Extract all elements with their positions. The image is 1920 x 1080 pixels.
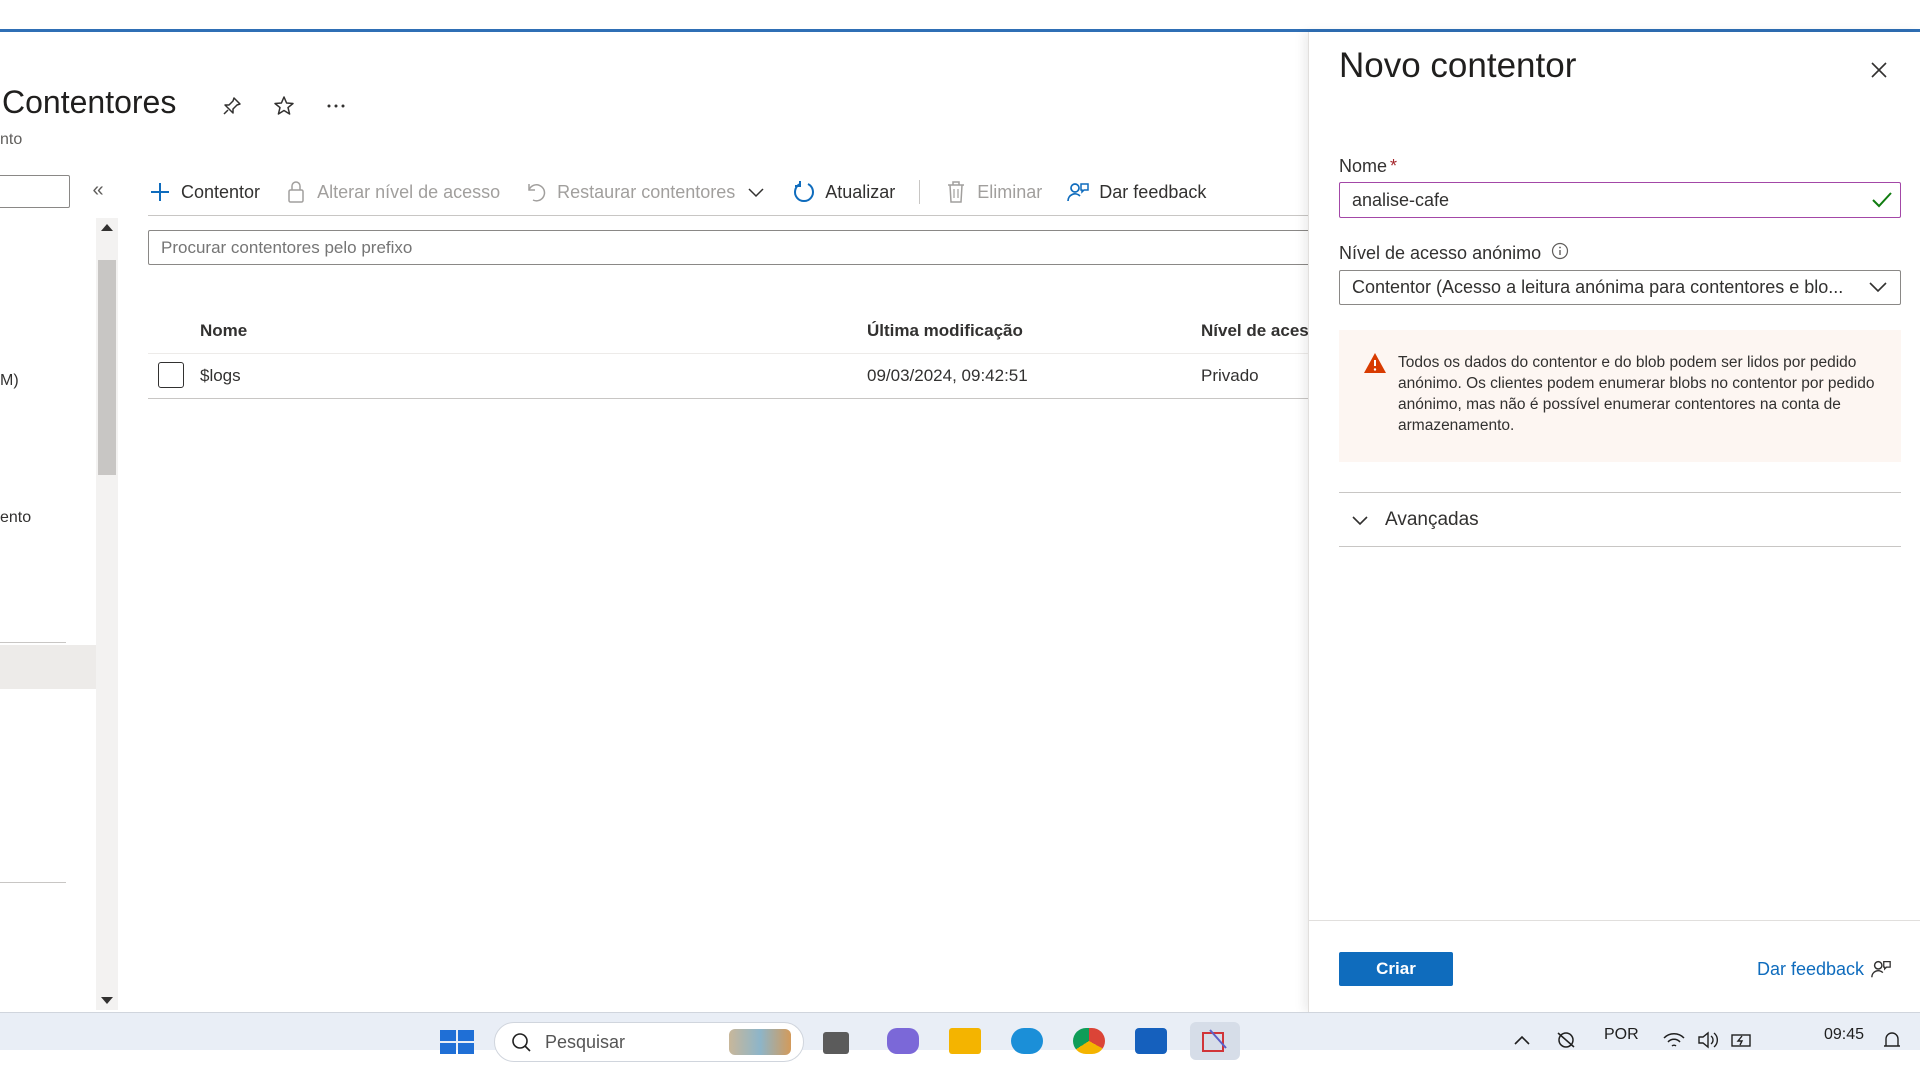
warning-icon — [1364, 353, 1386, 373]
name-label-text: Nome — [1339, 156, 1388, 176]
wifi-icon[interactable] — [1662, 1030, 1686, 1050]
language-indicator[interactable]: POR — [1604, 1026, 1639, 1044]
refresh-label: Atualizar — [825, 181, 896, 202]
network-off-icon[interactable] — [1554, 1030, 1578, 1050]
lock-icon — [284, 180, 308, 204]
screen-bottom — [0, 1050, 1920, 1080]
taskbar-search-placeholder: Pesquisar — [545, 1031, 626, 1052]
chrome-browser-icon[interactable] — [1073, 1028, 1105, 1054]
toolbar-separator — [919, 180, 921, 204]
feedback-person-icon — [1066, 180, 1090, 204]
name-field-label: Nome * — [1339, 156, 1397, 177]
advanced-section-toggle[interactable]: Avançadas — [1339, 494, 1901, 546]
row-modified: 09/03/2024, 09:42:51 — [867, 366, 1028, 385]
warning-text: Todos os dados do contentor e do blob po… — [1398, 354, 1875, 434]
page-title: Contentores — [2, 84, 177, 120]
notification-bell-icon[interactable] — [1880, 1030, 1904, 1050]
search-highlight-icon — [729, 1029, 791, 1055]
search-icon — [512, 1033, 531, 1052]
change-access-button[interactable]: Alterar nível de acesso — [284, 180, 500, 204]
delete-button[interactable]: Eliminar — [944, 180, 1042, 204]
row-name-link[interactable]: $logs — [200, 366, 241, 386]
active-app-highlight[interactable] — [1190, 1022, 1240, 1060]
refresh-button[interactable]: Atualizar — [792, 180, 895, 204]
access-level-value: Contentor (Acesso a leitura anónima para… — [1352, 277, 1844, 297]
toolbar-divider — [148, 215, 1308, 216]
plus-icon — [148, 180, 172, 204]
feedback-button[interactable]: Dar feedback — [1066, 180, 1206, 204]
scroll-up-icon[interactable] — [101, 224, 113, 231]
advanced-divider — [1339, 546, 1901, 547]
footer-divider — [1309, 920, 1920, 921]
table-header: Nome Última modificação Nível de aces — [148, 312, 1309, 354]
undo-icon — [524, 180, 548, 204]
nav-filter-input[interactable] — [0, 175, 70, 208]
app-window: Contentores nto « M) ento Contentor Alte… — [0, 0, 1920, 1080]
nav-divider — [0, 642, 66, 643]
add-container-label: Contentor — [181, 181, 261, 202]
task-view-icon[interactable] — [823, 1032, 849, 1054]
feedback-label: Dar feedback — [1099, 181, 1207, 202]
chevron-down-icon — [1352, 516, 1368, 526]
table-row[interactable]: $logs 09/03/2024, 09:42:51 Privado — [148, 354, 1308, 399]
nav-scrollbar[interactable] — [96, 218, 118, 1010]
container-name-input[interactable] — [1339, 182, 1901, 218]
page-subtitle: nto — [0, 131, 23, 148]
advanced-label: Avançadas — [1385, 509, 1479, 530]
close-icon[interactable] — [1861, 52, 1897, 88]
file-explorer-icon[interactable] — [949, 1028, 981, 1054]
chevron-up-icon[interactable] — [1510, 1030, 1534, 1050]
access-field-label: Nível de acesso anónimo — [1339, 242, 1569, 265]
taskbar-search-box[interactable]: Pesquisar — [494, 1022, 804, 1062]
required-asterisk: * — [1390, 156, 1398, 176]
more-options-icon[interactable] — [322, 92, 350, 120]
snipping-tool-icon — [1202, 1029, 1227, 1052]
store-app-icon[interactable] — [1135, 1028, 1167, 1054]
checkmark-icon — [1872, 192, 1892, 208]
restore-containers-button[interactable]: Restaurar contentores — [524, 180, 768, 204]
collapse-nav-icon[interactable]: « — [86, 178, 110, 202]
delete-label: Eliminar — [977, 181, 1043, 202]
create-button[interactable]: Criar — [1339, 952, 1453, 986]
title-actions — [218, 92, 350, 120]
scroll-down-icon[interactable] — [101, 997, 113, 1004]
column-header-name[interactable]: Nome — [200, 321, 247, 341]
container-search-input[interactable] — [148, 230, 1318, 265]
pin-icon[interactable] — [218, 92, 246, 120]
access-label-text: Nível de acesso anónimo — [1339, 243, 1542, 263]
advanced-divider — [1339, 492, 1901, 493]
volume-icon[interactable] — [1696, 1030, 1720, 1050]
sidebar-item-selected[interactable] — [0, 645, 96, 689]
battery-charging-icon[interactable] — [1730, 1030, 1754, 1050]
restore-containers-label: Restaurar contentores — [557, 181, 736, 202]
sidebar-item[interactable]: M) — [0, 372, 19, 390]
refresh-icon — [792, 180, 816, 204]
chevron-down-icon[interactable] — [1867, 279, 1889, 295]
nav-divider — [0, 882, 66, 883]
trash-icon — [944, 180, 968, 204]
row-access-level: Privado — [1201, 366, 1259, 385]
scroll-thumb[interactable] — [98, 260, 116, 475]
sidebar-item[interactable]: ento — [0, 509, 31, 527]
add-container-button[interactable]: Contentor — [148, 180, 260, 204]
edge-browser-icon[interactable] — [1011, 1028, 1043, 1054]
warning-message: Todos os dados do contentor e do blob po… — [1339, 330, 1901, 462]
column-header-access[interactable]: Nível de aces — [1201, 321, 1309, 341]
column-header-modified[interactable]: Última modificação — [867, 321, 1023, 341]
chat-app-icon[interactable] — [887, 1028, 919, 1054]
star-icon[interactable] — [270, 92, 298, 120]
new-container-panel: Novo contentor Nome* Nível de acesso anó… — [1308, 32, 1920, 1012]
panel-title: Novo contentor — [1339, 46, 1577, 85]
panel-feedback-label: Dar feedback — [1757, 958, 1865, 979]
row-checkbox[interactable] — [158, 362, 184, 388]
windows-start-icon[interactable] — [440, 1030, 474, 1054]
command-bar: Contentor Alterar nível de acesso Restau… — [148, 172, 1230, 212]
info-icon[interactable] — [1551, 242, 1569, 265]
feedback-person-icon — [1871, 960, 1891, 978]
clock-time[interactable]: 09:45 — [1824, 1026, 1864, 1044]
change-access-label: Alterar nível de acesso — [317, 181, 501, 202]
chevron-down-icon — [744, 180, 768, 204]
access-level-dropdown[interactable]: Contentor (Acesso a leitura anónima para… — [1339, 270, 1901, 305]
panel-feedback-link[interactable]: Dar feedback — [1757, 958, 1892, 980]
